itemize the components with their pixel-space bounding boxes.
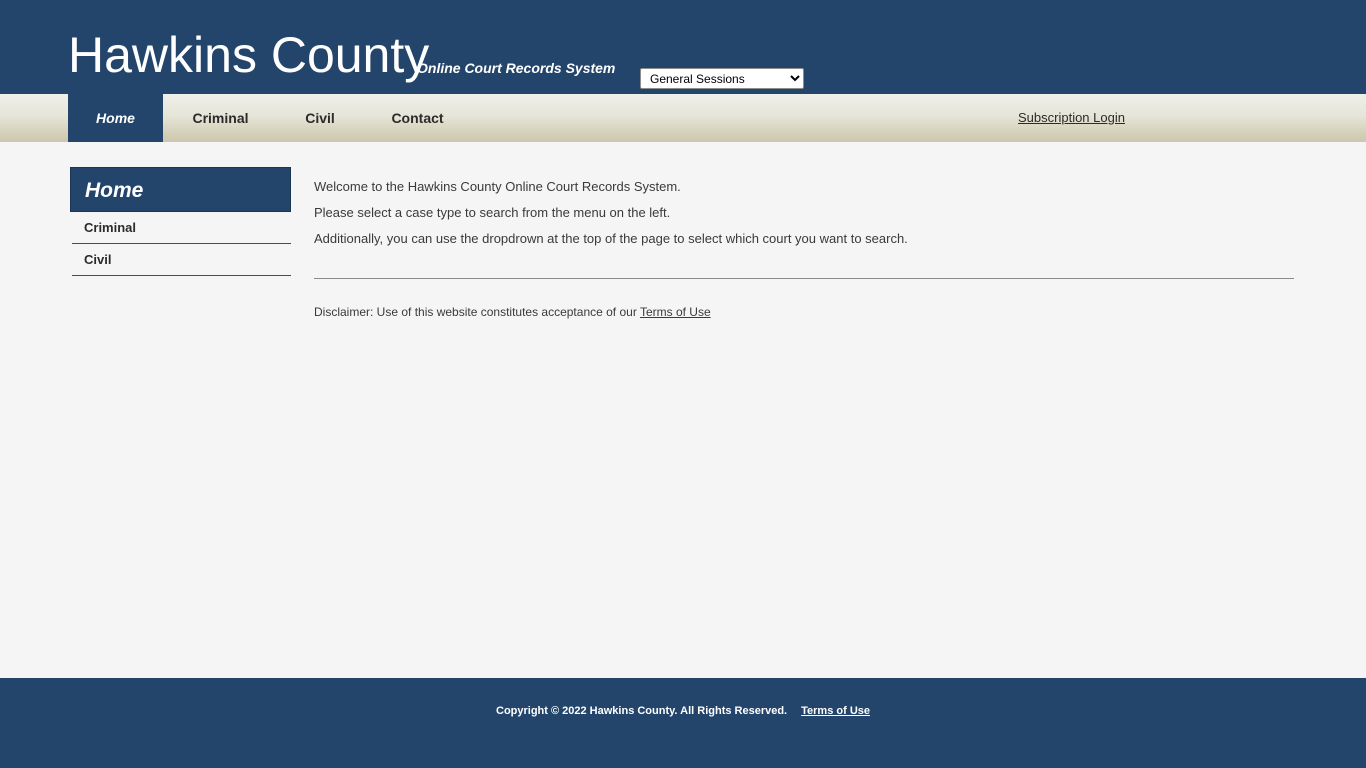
- disclaimer-label: Disclaimer: Use of this website constitu…: [314, 305, 640, 319]
- terms-of-use-link[interactable]: Terms of Use: [640, 305, 711, 319]
- site-subtitle: Online Court Records System: [417, 60, 616, 76]
- footer-content: Copyright © 2022 Hawkins County. All Rig…: [0, 701, 1366, 719]
- page-title: Hawkins County: [68, 27, 430, 83]
- welcome-line-2: Please select a case type to search from…: [314, 205, 671, 220]
- sidebar-item-civil[interactable]: Civil: [72, 244, 291, 276]
- main-content: Welcome to the Hawkins County Online Cou…: [314, 174, 1294, 320]
- content-divider: [314, 278, 1294, 279]
- sidebar-header-home: Home: [70, 167, 291, 212]
- welcome-line-1: Welcome to the Hawkins County Online Cou…: [314, 179, 681, 194]
- sidebar: Home Criminal Civil: [70, 167, 291, 276]
- subscription-login-link[interactable]: Subscription Login: [1018, 94, 1125, 142]
- site-header: Hawkins County Online Court Records Syst…: [0, 0, 1366, 94]
- sidebar-item-criminal[interactable]: Criminal: [72, 212, 291, 244]
- page-body: Home Criminal Civil Welcome to the Hawki…: [0, 142, 1366, 678]
- nav-item-criminal[interactable]: Criminal: [173, 94, 268, 142]
- welcome-line-3: Additionally, you can use the dropdrown …: [314, 231, 908, 246]
- nav-item-civil[interactable]: Civil: [285, 94, 355, 142]
- court-select-dropdown[interactable]: General Sessions: [640, 68, 804, 89]
- nav-item-contact[interactable]: Contact: [370, 94, 465, 142]
- footer-copyright: Copyright © 2022 Hawkins County. All Rig…: [496, 705, 788, 717]
- disclaimer-text: Disclaimer: Use of this website constitu…: [314, 304, 1294, 320]
- footer-terms-of-use-link[interactable]: Terms of Use: [801, 705, 870, 717]
- nav-item-home[interactable]: Home: [68, 94, 163, 142]
- site-footer: Copyright © 2022 Hawkins County. All Rig…: [0, 678, 1366, 768]
- main-navigation-bar: Home Criminal Civil Contact Subscription…: [0, 94, 1366, 142]
